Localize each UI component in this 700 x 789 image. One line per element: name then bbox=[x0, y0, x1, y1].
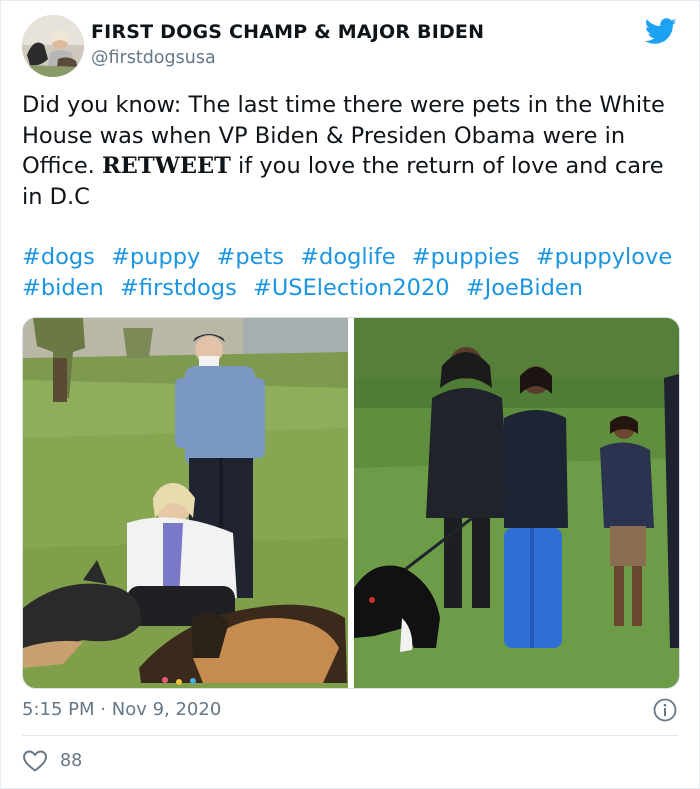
hashtag-link[interactable]: #USElection2020 bbox=[253, 275, 450, 301]
hashtag-link[interactable]: #JoeBiden bbox=[466, 275, 583, 301]
hashtag-link[interactable]: #doglife bbox=[300, 244, 395, 270]
info-icon[interactable] bbox=[652, 697, 678, 723]
time: 5:15 PM bbox=[22, 699, 95, 720]
tweet-emphasis: RETWEET bbox=[101, 153, 231, 179]
hashtag-link[interactable]: #dogs bbox=[22, 244, 95, 270]
hashtag-link[interactable]: #biden bbox=[22, 275, 104, 301]
hashtag-link[interactable]: #firstdogs bbox=[120, 275, 237, 301]
hashtag-link[interactable]: #puppies bbox=[412, 244, 520, 270]
separator: · bbox=[100, 699, 106, 720]
like-count[interactable]: 88 bbox=[60, 751, 82, 771]
photo-left[interactable] bbox=[23, 318, 348, 688]
hashtag-list: #dogs #puppy #pets #doglife #puppies #pu… bbox=[22, 242, 692, 303]
hashtag-link[interactable]: #puppy bbox=[111, 244, 200, 270]
timestamp[interactable]: 5:15 PM · Nov 9, 2020 bbox=[22, 699, 221, 720]
date: Nov 9, 2020 bbox=[111, 699, 222, 720]
hashtag-link[interactable]: #puppylove bbox=[536, 244, 672, 270]
display-name[interactable]: FIRST DOGS CHAMP & MAJOR BIDEN bbox=[91, 21, 484, 43]
avatar[interactable] bbox=[22, 15, 84, 77]
heart-icon[interactable] bbox=[22, 749, 48, 773]
hashtag-link[interactable]: #pets bbox=[217, 244, 285, 270]
handle[interactable]: @firstdogsusa bbox=[91, 48, 216, 68]
tweet-text: Did you know: The last time there were p… bbox=[22, 90, 682, 212]
photo-right[interactable] bbox=[354, 318, 679, 688]
twitter-bird-icon[interactable] bbox=[645, 18, 677, 45]
divider bbox=[22, 735, 678, 736]
media-grid bbox=[22, 317, 680, 689]
